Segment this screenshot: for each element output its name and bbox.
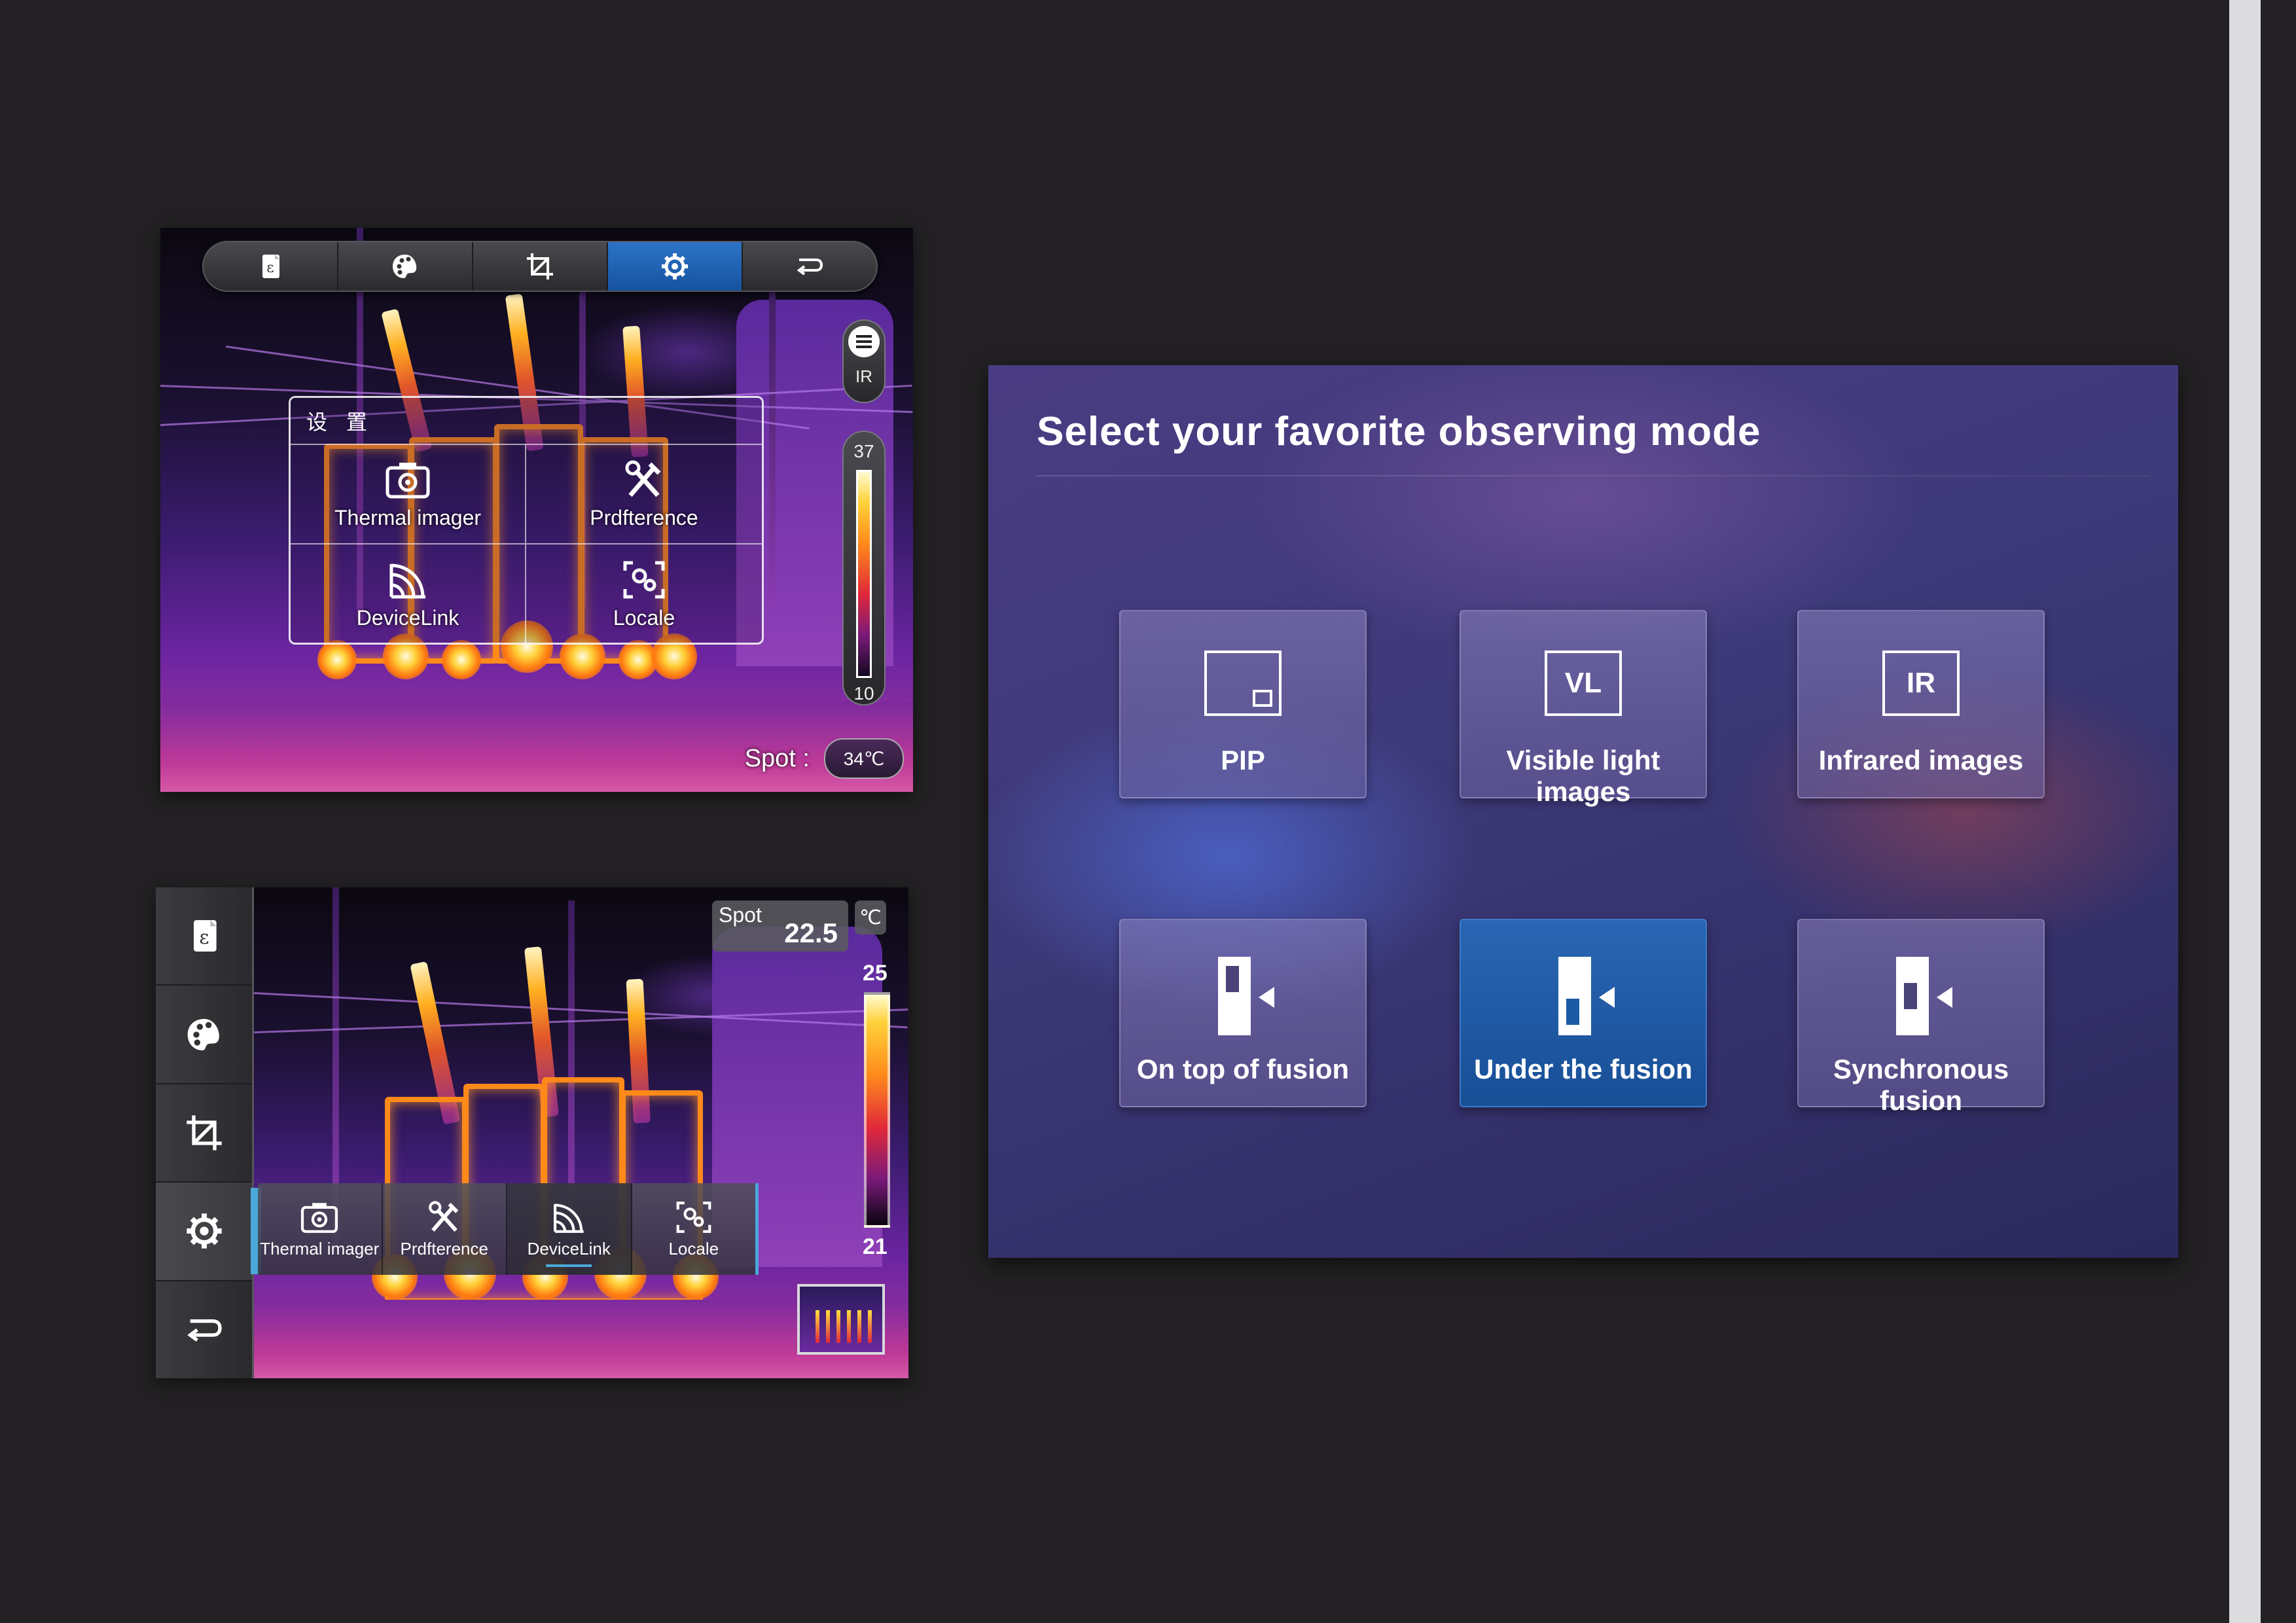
page-scrollbar[interactable] (2229, 0, 2261, 1623)
locale-gear-icon (676, 1201, 711, 1233)
spot-value[interactable]: 34℃ (824, 738, 904, 779)
svg-text:ε: ε (199, 926, 209, 948)
locale-gear-icon (623, 561, 665, 598)
submenu-item-devicelink[interactable]: DeviceLink (507, 1183, 632, 1275)
visible-light-thumbnail[interactable] (797, 1284, 885, 1355)
spot-value: 22.5 (784, 918, 838, 948)
toolbar-palette-button[interactable] (338, 242, 473, 291)
settings-menu-title: 设 置 (306, 410, 374, 434)
back-icon (797, 259, 823, 276)
emissivity-icon: ε (193, 920, 217, 952)
settings-submenu: Thermal imager Prdfterence DeviceLink Lo… (258, 1183, 759, 1275)
side-back-button[interactable] (156, 1281, 252, 1378)
settings-item-label: Prdfterence (590, 505, 698, 529)
emissivity-icon: ε (262, 255, 279, 278)
submenu-item-preference[interactable]: Prdfterence (383, 1183, 507, 1275)
mode-card-visible-light[interactable]: VL Visible light images (1460, 610, 1707, 807)
side-emissivity-button[interactable]: ε (156, 887, 252, 986)
settings-item-label: Locale (613, 605, 675, 630)
camera-icon (386, 462, 430, 498)
submenu-item-label: DeviceLink (527, 1238, 611, 1258)
scale-max-label: 37 (853, 441, 874, 461)
spot-label: Spot : (744, 744, 810, 772)
palette-icon (393, 255, 417, 278)
toolbar-emissivity-button[interactable]: ε (204, 242, 338, 291)
mode-card-fusion-under[interactable]: Under the fusion (1460, 919, 1707, 1107)
camera-icon (301, 1202, 338, 1233)
scale-max-label: 25 (863, 961, 888, 986)
list-icon (848, 326, 880, 357)
side-toolbar: ε (156, 887, 261, 1378)
palette-icon (187, 1018, 219, 1050)
vl-icon: VL (1545, 651, 1622, 716)
spot-readout: Spot : 34℃ (745, 738, 904, 779)
ir-icon: IR (1882, 651, 1960, 716)
back-icon (187, 1319, 222, 1342)
pip-icon (1204, 651, 1282, 716)
tools-icon (428, 1200, 459, 1232)
spot-label: Spot (719, 903, 762, 927)
wireless-icon (389, 563, 425, 598)
side-crop-button[interactable] (156, 1084, 252, 1183)
toolbar-crop-button[interactable] (473, 242, 608, 291)
mode-card-pip[interactable]: PIP (1119, 610, 1367, 798)
mode-card-label: On top of fusion (1136, 1054, 1350, 1084)
settings-item-devicelink[interactable]: DeviceLink (291, 544, 526, 644)
page-title: Select your favorite observing mode (1037, 409, 1761, 454)
settings-item-locale[interactable]: Locale (526, 544, 762, 644)
tools-icon (625, 460, 661, 497)
submenu-item-label: Thermal imager (260, 1238, 380, 1258)
scale-min-label: 21 (863, 1234, 888, 1259)
top-toolbar: ε (202, 241, 878, 292)
fusion-sync-icon (1882, 957, 1960, 1035)
color-scale-bar (864, 992, 890, 1228)
scale-min-label: 10 (853, 683, 874, 704)
svg-text:ε: ε (266, 260, 274, 276)
gear-icon (662, 253, 688, 279)
settings-item-label: DeviceLink (356, 605, 459, 630)
spot-readout: Spot 22.5 (712, 901, 848, 952)
settings-menu: 设 置 Thermal imager Prdfterence DeviceLin… (289, 396, 764, 645)
settings-item-preference[interactable]: Prdfterence (526, 445, 762, 544)
mode-card-label: PIP (1221, 745, 1265, 776)
fusion-under-icon (1544, 957, 1623, 1035)
thermal-view-panel-side-toolbar: ε Thermal imager Prdfterence DeviceLink (156, 887, 908, 1378)
side-settings-button[interactable] (156, 1183, 261, 1281)
side-palette-button[interactable] (156, 986, 252, 1084)
mode-card-label: Synchronous fusion (1833, 1054, 2009, 1116)
mode-card-label: Under the fusion (1474, 1054, 1693, 1084)
color-scale-bar (856, 470, 872, 678)
temperature-scale: 37 10 (842, 431, 886, 705)
submenu-item-locale[interactable]: Locale (632, 1183, 756, 1275)
thermal-view-panel-top-toolbar: ε IR 37 10 设 置 Thermal imager Prdfterenc… (160, 228, 913, 792)
ir-mode-toggle[interactable]: IR (842, 319, 886, 403)
gear-icon (186, 1213, 222, 1249)
submenu-item-label: Locale (668, 1238, 719, 1258)
observing-mode-panel: Select your favorite observing mode PIP … (988, 365, 2178, 1258)
title-divider (1037, 475, 2149, 476)
settings-item-label: Thermal imager (334, 505, 482, 529)
toolbar-back-button[interactable] (743, 242, 876, 291)
mode-card-label: Infrared images (1818, 745, 2024, 776)
submenu-item-thermal-imager[interactable]: Thermal imager (258, 1183, 383, 1275)
mode-card-fusion-sync[interactable]: Synchronous fusion (1797, 919, 2045, 1116)
crop-icon (186, 1115, 222, 1150)
wireless-icon (554, 1203, 584, 1233)
mode-card-label: Visible light images (1506, 745, 1660, 807)
mode-card-fusion-top[interactable]: On top of fusion (1119, 919, 1367, 1107)
toolbar-settings-button[interactable] (608, 242, 743, 291)
submenu-item-label: Prdfterence (400, 1238, 488, 1258)
crop-icon (527, 253, 553, 279)
settings-item-thermal-imager[interactable]: Thermal imager (291, 445, 526, 544)
ir-toggle-label: IR (855, 366, 872, 386)
fusion-top-icon (1204, 957, 1282, 1035)
temperature-unit-button[interactable]: ℃ (855, 901, 886, 935)
mode-card-infrared[interactable]: IR Infrared images (1797, 610, 2045, 798)
